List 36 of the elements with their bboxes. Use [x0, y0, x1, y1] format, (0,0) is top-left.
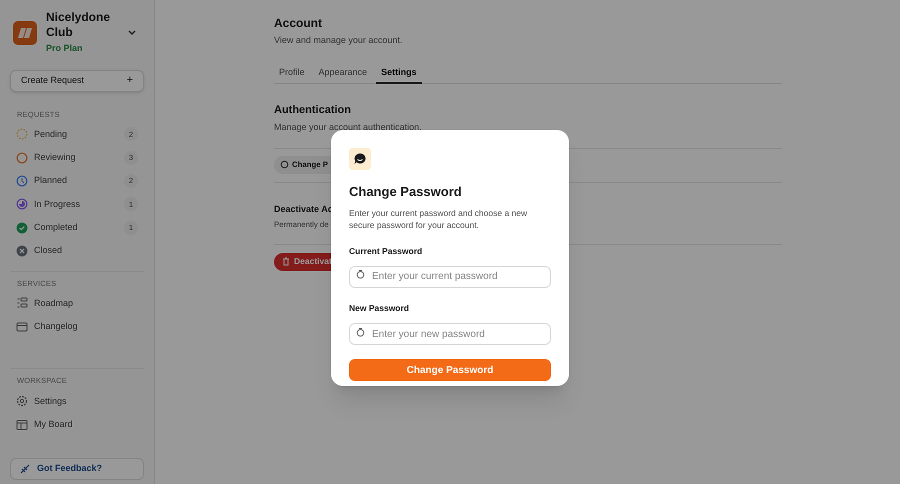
chevron-down-icon[interactable]: [128, 30, 136, 36]
section-title: Authentication: [274, 102, 352, 118]
password-field[interactable]: Enter your current password: [349, 266, 551, 288]
plan-label: Pro Plan: [46, 42, 84, 55]
sidebar-item[interactable]: Settings: [10, 390, 144, 413]
board-icon: [16, 418, 28, 431]
chat-icon: [349, 148, 371, 170]
tab[interactable]: Profile: [274, 64, 310, 84]
sidebar-item[interactable]: Closed: [10, 239, 144, 263]
dialog-description: Enter your current password and choose a new secure password for your account.: [349, 206, 528, 230]
half-circle-icon: [16, 198, 28, 210]
create-request-button[interactable]: Create Request +: [10, 70, 144, 92]
dashed-circle-icon: [16, 128, 28, 140]
section-subtitle: Manage your account authentication.: [274, 121, 423, 134]
dialog-title: Change Password: [349, 183, 463, 201]
check-circle-icon: [16, 222, 28, 234]
x-circle-icon: [16, 244, 28, 257]
sidebar-item[interactable]: Roadmap: [10, 292, 144, 316]
page-subtitle: View and manage your account.: [274, 34, 404, 47]
field-label: New Password: [349, 302, 410, 314]
tab[interactable]: Appearance: [314, 64, 372, 84]
tab[interactable]: Settings: [376, 64, 422, 84]
page-title: Account: [274, 15, 323, 32]
sidebar-item[interactable]: Changelog: [10, 315, 144, 338]
trash-icon: [282, 257, 290, 266]
roadmap-icon: [16, 297, 28, 310]
clock-icon: [16, 174, 28, 187]
sidebar-item[interactable]: My Board: [10, 412, 144, 436]
feedback-button[interactable]: Got Feedback?: [10, 458, 144, 480]
circle-icon: [16, 152, 28, 164]
logo-icon: [13, 20, 37, 45]
settings-icon: [16, 395, 28, 408]
password-field[interactable]: Enter your new password: [349, 323, 551, 345]
folder-icon: [16, 320, 28, 333]
workspace-name: Nicelydone Club: [46, 10, 112, 40]
change-password-button[interactable]: Change Password: [349, 359, 551, 381]
